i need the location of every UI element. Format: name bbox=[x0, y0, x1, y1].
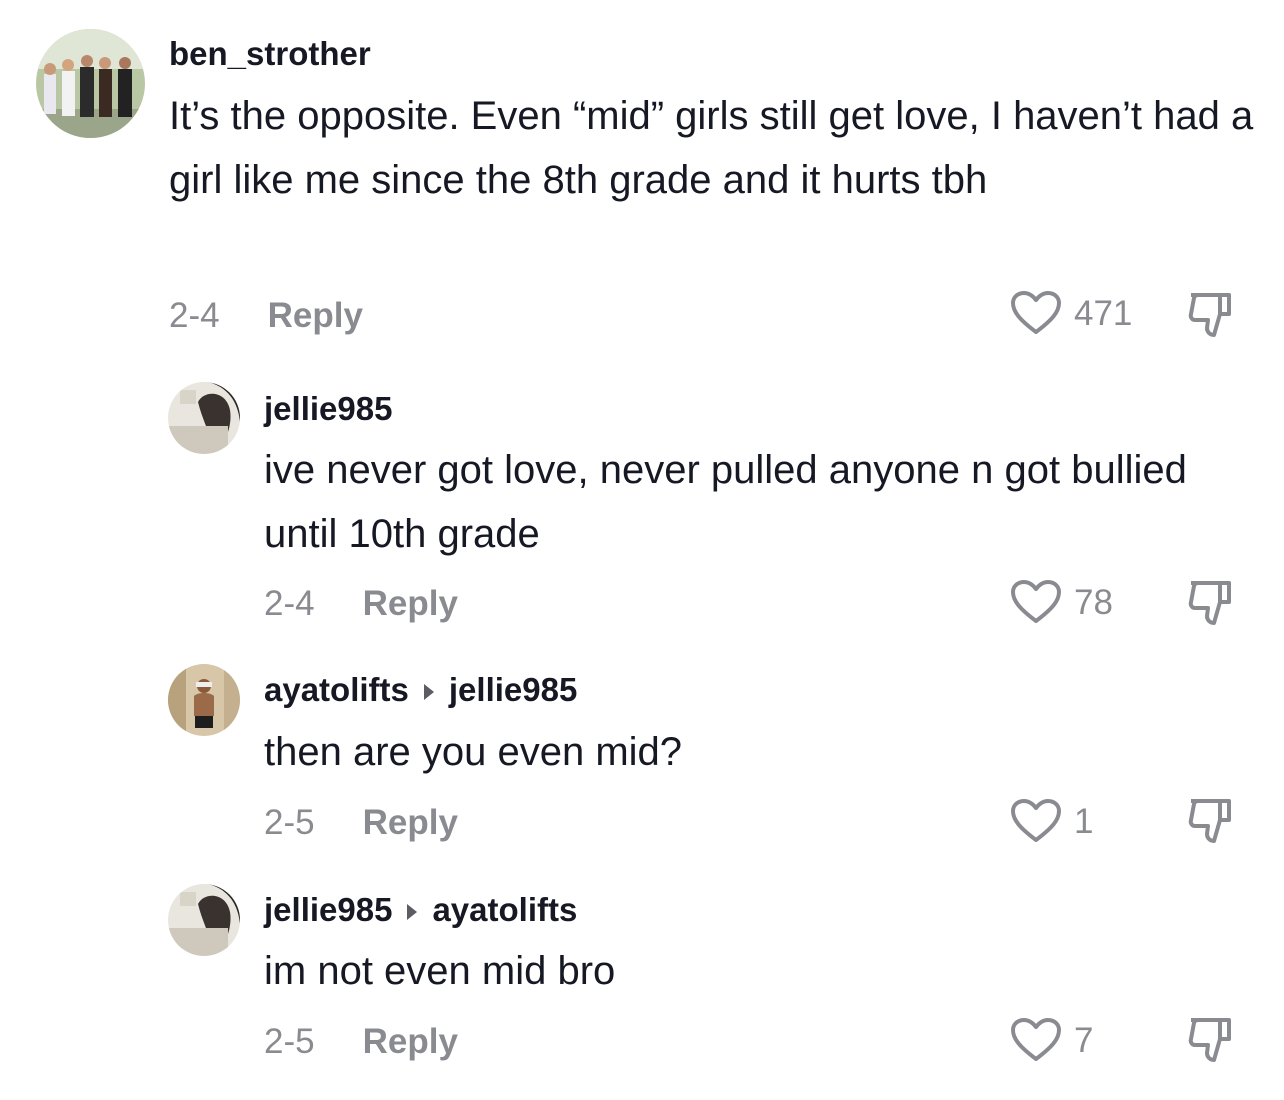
comment-meta: 2-4 Reply bbox=[169, 298, 363, 333]
comment-text: then are you even mid? bbox=[264, 730, 683, 774]
comment-text: im not even mid bro bbox=[264, 949, 616, 993]
comment-text: ive never got love, never pulled anyone … bbox=[264, 448, 1187, 556]
avatar[interactable] bbox=[36, 29, 145, 138]
dislike-button[interactable] bbox=[1186, 796, 1238, 851]
avatar-photo bbox=[168, 664, 240, 736]
avatar[interactable] bbox=[168, 664, 240, 736]
like-button[interactable]: 7 bbox=[1010, 1017, 1093, 1063]
dislike-button[interactable] bbox=[1186, 290, 1238, 345]
comment-meta: 2-5 Reply bbox=[264, 805, 458, 840]
comment-date: 2-4 bbox=[169, 296, 220, 335]
comment-meta: 2-5 Reply bbox=[264, 1024, 458, 1059]
reply-button[interactable]: Reply bbox=[363, 584, 458, 623]
reply-to-username[interactable]: jellie985 bbox=[449, 673, 577, 706]
avatar-photo bbox=[168, 884, 240, 956]
username-text[interactable]: jellie985 bbox=[264, 893, 392, 926]
avatar[interactable] bbox=[168, 884, 240, 956]
heart-outline-icon bbox=[1011, 799, 1061, 842]
thumbs-down-icon bbox=[1188, 293, 1231, 337]
dislike-button[interactable] bbox=[1186, 1015, 1238, 1070]
thumbs-down-icon bbox=[1188, 581, 1231, 625]
thumbs-down-icon bbox=[1188, 799, 1231, 843]
heart-outline-icon bbox=[1011, 580, 1061, 623]
avatar[interactable] bbox=[168, 382, 240, 454]
username-text[interactable]: ben_strother bbox=[169, 37, 371, 70]
avatar-photo bbox=[36, 29, 145, 138]
like-button[interactable]: 1 bbox=[1010, 798, 1093, 844]
reply-button[interactable]: Reply bbox=[268, 296, 363, 335]
comment-date: 2-5 bbox=[264, 803, 315, 842]
username-text[interactable]: jellie985 bbox=[264, 392, 392, 425]
like-count: 1 bbox=[1074, 801, 1094, 841]
comment-username[interactable]: jellie985 bbox=[264, 392, 392, 425]
comment-username[interactable]: ben_strother bbox=[169, 37, 371, 70]
reply-button[interactable]: Reply bbox=[363, 803, 458, 842]
like-count: 78 bbox=[1074, 582, 1113, 622]
dislike-button[interactable] bbox=[1186, 578, 1238, 633]
caret-right-icon bbox=[406, 893, 418, 926]
like-count: 7 bbox=[1074, 1020, 1094, 1060]
comment-username: jellie985 ayatolifts bbox=[264, 893, 577, 926]
heart-outline-icon bbox=[1011, 1018, 1061, 1061]
thumbs-down-icon bbox=[1188, 1018, 1231, 1062]
like-button[interactable]: 471 bbox=[1010, 290, 1132, 336]
reply-button[interactable]: Reply bbox=[363, 1022, 458, 1061]
comment-username: ayatolifts jellie985 bbox=[264, 673, 577, 706]
comment-meta: 2-4 Reply bbox=[264, 586, 458, 621]
username-text[interactable]: ayatolifts bbox=[264, 673, 409, 706]
comment-text: It’s the opposite. Even “mid” girls stil… bbox=[169, 94, 1254, 202]
heart-outline-icon bbox=[1011, 291, 1061, 334]
like-count: 471 bbox=[1074, 293, 1133, 333]
reply-to-username[interactable]: ayatolifts bbox=[432, 893, 577, 926]
comment-date: 2-5 bbox=[264, 1022, 315, 1061]
caret-right-icon bbox=[423, 673, 435, 706]
comment-date: 2-4 bbox=[264, 584, 315, 623]
like-button[interactable]: 78 bbox=[1010, 579, 1113, 625]
avatar-photo bbox=[168, 382, 240, 454]
